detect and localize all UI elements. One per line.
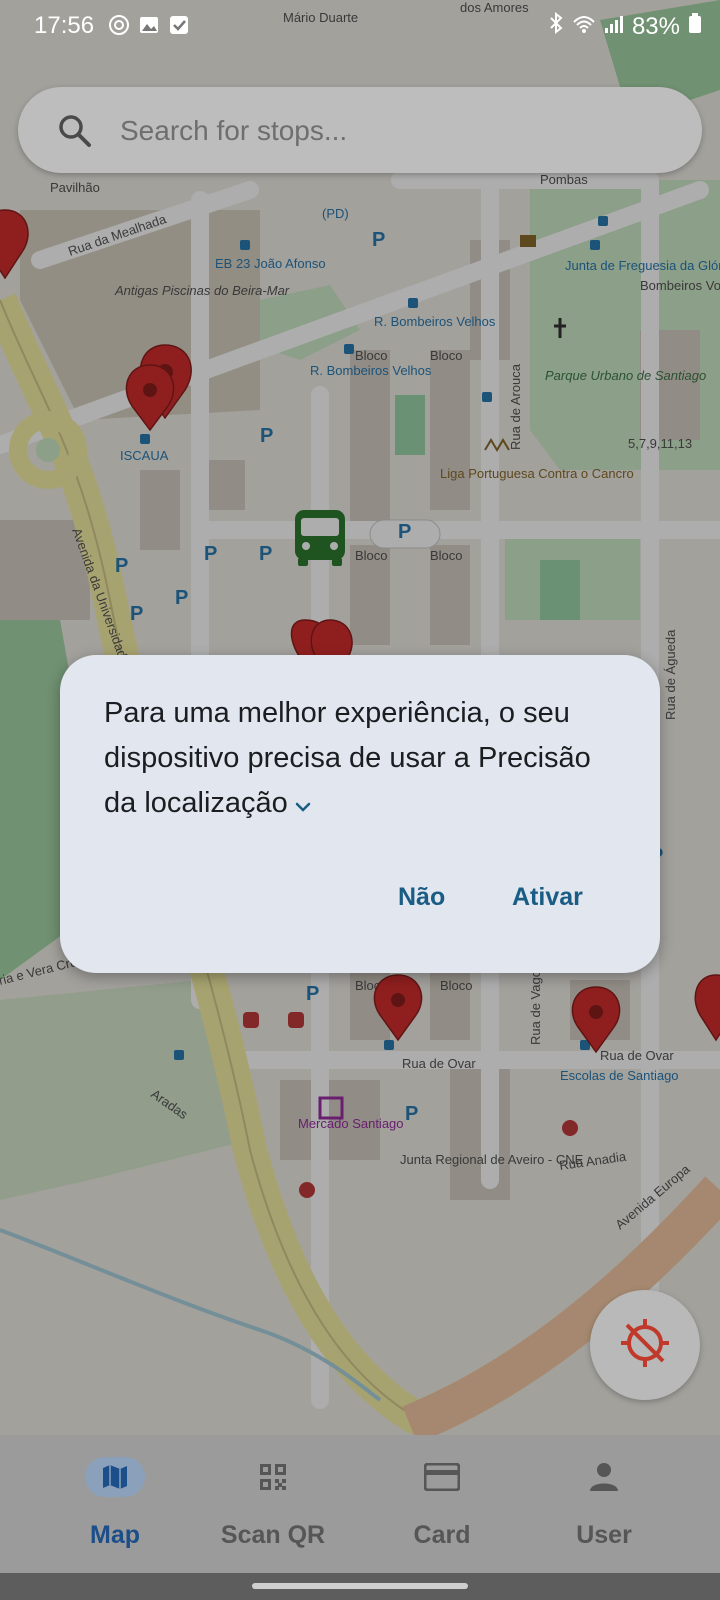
svg-text:P: P (306, 983, 319, 1005)
map-label: Antigas Piscinas do Beira-Mar (114, 283, 290, 298)
map-icon (85, 1457, 145, 1497)
chevron-down-icon[interactable] (294, 782, 312, 827)
map-label: Bloco (430, 348, 463, 363)
status-right: 83% (548, 11, 702, 41)
map-label: Rua de Ovar (402, 1056, 476, 1071)
status-time: 17:56 (34, 12, 95, 39)
map-label: Mercado Santiago (298, 1116, 404, 1131)
status-bar: 17:56 83% (0, 0, 720, 52)
dialog-message-text: Para uma melhor experiência, o seu dispo… (104, 697, 591, 819)
search-icon[interactable] (58, 114, 92, 153)
home-indicator[interactable] (252, 1583, 468, 1589)
location-status-icon (108, 14, 130, 36)
map-label: Bloco (440, 978, 473, 993)
map-label: Junta de Freguesia da Glória (565, 258, 720, 273)
map-label: Escolas de Santiago (560, 1068, 679, 1083)
user-icon (574, 1457, 634, 1497)
nav-item-map[interactable]: Map (25, 1435, 205, 1573)
search-input[interactable] (118, 107, 682, 155)
map-label: Parque Urbano de Santiago (545, 368, 706, 383)
location-disabled-icon (617, 1315, 673, 1376)
cancel-button[interactable]: Não (398, 883, 445, 912)
map-label: Rua de Ovar (600, 1048, 674, 1063)
svg-text:P: P (204, 543, 217, 565)
map-label: 5,7,9,11,13 (628, 436, 692, 451)
map-label: Rua de Águeda (663, 629, 678, 720)
svg-text:P: P (405, 1103, 418, 1125)
svg-text:P: P (175, 587, 188, 609)
dialog-message[interactable]: Para uma melhor experiência, o seu dispo… (104, 691, 624, 827)
svg-text:P: P (398, 521, 411, 543)
map-label: Rua de Arouca (508, 363, 523, 450)
card-icon (412, 1457, 472, 1497)
svg-text:P: P (372, 229, 385, 251)
map-label: R. Bombeiros Velhos (374, 314, 496, 329)
map-label: Pavilhão (50, 180, 100, 195)
nav-item-scan-qr[interactable]: Scan QR (183, 1435, 363, 1573)
nav-label-card: Card (413, 1521, 471, 1549)
map-label: Bloco (355, 348, 388, 363)
bottom-navigation: Map Scan QR Card User (0, 1435, 720, 1573)
map-label: Liga Portuguesa Contra o Cancro (440, 466, 634, 481)
bluetooth-icon (548, 11, 564, 41)
nav-label-user: User (576, 1521, 632, 1549)
map-label: Rua de Vagos (528, 963, 543, 1045)
gallery-status-icon (138, 14, 160, 36)
check-status-icon (168, 14, 190, 36)
map-label: Bombeiros Voluntários de Aveiro Velhos (640, 278, 720, 293)
nav-item-user[interactable]: User (514, 1435, 694, 1573)
svg-text:P: P (260, 425, 273, 447)
map-label: Junta Regional de Aveiro - CNE (400, 1152, 584, 1167)
nav-label-scan-qr: Scan QR (220, 1521, 326, 1549)
battery-icon (688, 12, 702, 41)
signal-icon (604, 13, 624, 41)
search-bar[interactable] (18, 87, 702, 173)
battery-percent: 83% (631, 12, 680, 40)
locate-me-button[interactable] (590, 1290, 700, 1400)
svg-text:P: P (115, 555, 128, 577)
wifi-icon (572, 13, 596, 41)
qr-code-icon (243, 1457, 303, 1497)
map-label: Pombas (540, 172, 588, 187)
nav-label-map: Map (90, 1521, 140, 1549)
map-label: Bloco (355, 548, 388, 563)
map-label: R. Bombeiros Velhos (310, 363, 432, 378)
nav-item-card[interactable]: Card (352, 1435, 532, 1573)
location-accuracy-dialog: Para uma melhor experiência, o seu dispo… (60, 655, 660, 973)
map-label: EB 23 João Afonso (215, 256, 326, 271)
enable-button[interactable]: Ativar (512, 883, 583, 912)
bus-icon (295, 510, 345, 566)
svg-text:P: P (130, 603, 143, 625)
gesture-bar (0, 1573, 720, 1600)
map-label: (PD) (322, 206, 349, 221)
svg-text:P: P (259, 543, 272, 565)
map-label: Bloco (430, 548, 463, 563)
map-label: ISCAUA (120, 448, 169, 463)
